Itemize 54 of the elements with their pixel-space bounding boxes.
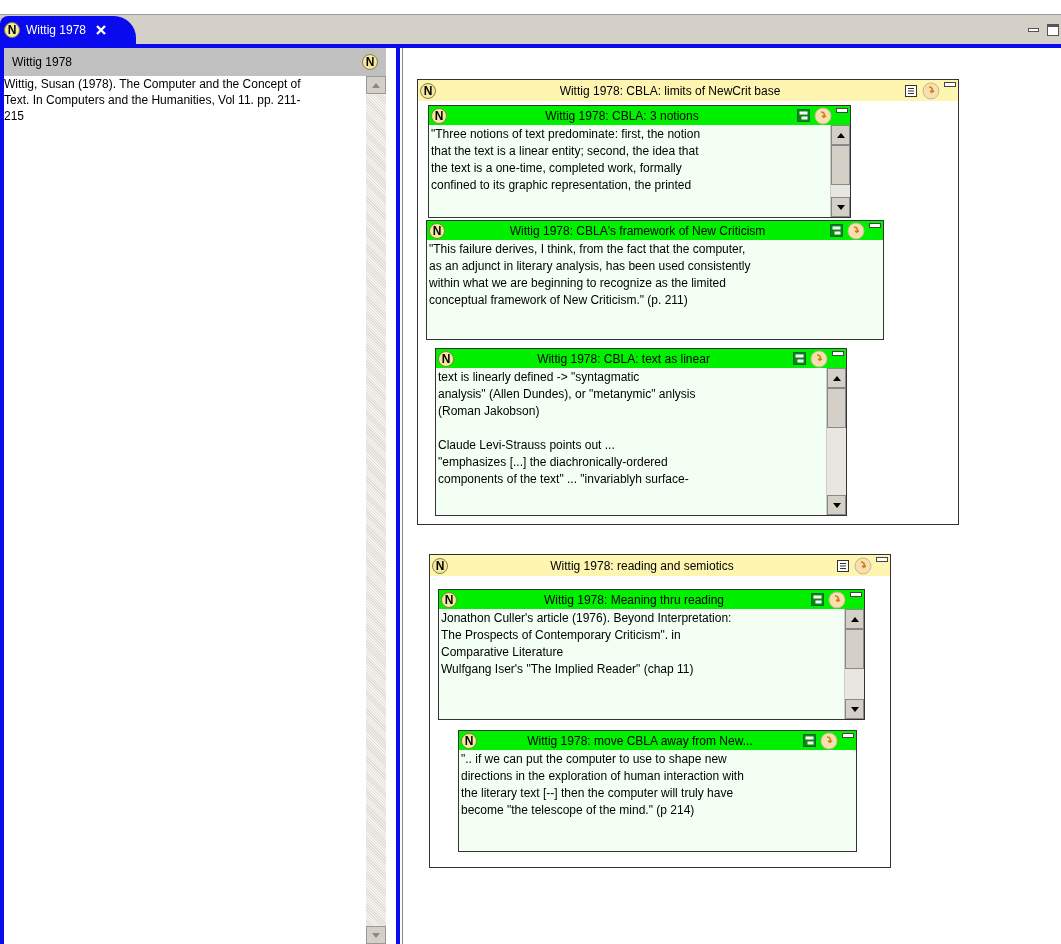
maximize-view-button[interactable] <box>1047 23 1059 36</box>
n-logo-icon: N <box>362 54 378 70</box>
scroll-thumb[interactable] <box>831 145 850 185</box>
note-text: ".. if we can put the computer to use to shape new directions in the exploration of human interaction with the literary text [--] then the computer will truly have become "the telescope of the mind." (p 214) <box>461 751 745 819</box>
panel-icon[interactable] <box>830 224 843 237</box>
list-icon[interactable] <box>836 558 850 573</box>
minimize-button[interactable] <box>869 223 881 228</box>
panel-icon[interactable] <box>803 734 816 747</box>
note-title: Wittig 1978: CBLA's framework of New Criticism <box>508 222 767 240</box>
citation-text: Wittig, Susan (1978). The Computer and the Concept of Text. In Computers and the Humanities, Vol 11. pp. 211-215 <box>4 76 302 124</box>
minimize-button[interactable] <box>944 82 956 87</box>
minimize-button[interactable] <box>850 592 862 597</box>
minimize-button[interactable] <box>842 733 854 738</box>
note-title: Wittig 1978: reading and semiotics <box>549 557 735 575</box>
minimize-button[interactable] <box>832 351 844 356</box>
note-text: text is linearly defined -> "syntagmatic analysis" (Allen Dundes), or "metanymic" anlysis (Roman Jakobson) <box>438 369 697 420</box>
n-logo-icon: N <box>461 732 477 749</box>
n-logo-icon: N <box>420 82 436 99</box>
up-arrow-icon[interactable] <box>836 132 845 138</box>
panel-title: Wittig 1978 <box>12 54 73 71</box>
list-icon[interactable] <box>904 83 918 98</box>
note-text: Claude Levi-Strauss points out ... "emphasizes [...] the diachronically-ordered components of the text" ... "invariablyh surface- <box>438 437 690 488</box>
n-logo-icon: N <box>432 557 448 574</box>
panel-icon[interactable] <box>811 593 824 606</box>
note-title: Wittig 1978: Meaning thru reading <box>542 591 726 609</box>
up-arrow-icon[interactable] <box>832 375 841 381</box>
note-text: "Three notions of text predominate: first, the notion that the text is a linear entity; second, the idea that the text is a one-time, completed work, formally confined to its graphic representation, the printed <box>431 126 702 194</box>
note-text: "This failure derives, I think, from the fact that the computer, as an adjunct in literary analysis, has been used consistently within what we are beginning to recognize as the limited conceptual framework of New Criticism." (p. 211) <box>429 241 752 309</box>
down-arrow-icon[interactable] <box>832 502 841 508</box>
n-logo-icon: N <box>438 350 454 367</box>
down-arrow-icon[interactable] <box>836 204 845 210</box>
panel-icon[interactable] <box>793 352 806 365</box>
view-tab[interactable]: N Wittig 1978 <box>0 16 137 44</box>
note-text: Jonathon Culler's article (1976). Beyond Interpretation: The Prospects of Contemporary Criticism". in Comparative Literature Wulfgang Iser's "The Implied Reader" (chap 11) <box>441 610 733 678</box>
note-title: Wittig 1978: CBLA: 3 notions <box>544 107 700 125</box>
n-logo-icon: N <box>429 222 445 239</box>
note-title: Wittig 1978: CBLA: text as linear <box>536 350 711 368</box>
n-logo-icon: N <box>431 107 447 124</box>
minimize-button[interactable] <box>836 108 848 113</box>
n-logo-icon: N <box>441 591 457 608</box>
panel-icon[interactable] <box>797 109 810 122</box>
scrollbar[interactable] <box>826 368 846 515</box>
scroll-thumb[interactable] <box>827 388 846 428</box>
scroll-thumb[interactable] <box>845 629 864 669</box>
minimize-button[interactable] <box>876 557 888 562</box>
note-title: Wittig 1978: move CBLA away from New... <box>526 732 754 750</box>
close-icon[interactable] <box>96 25 107 35</box>
minimize-view-button[interactable] <box>1028 27 1039 32</box>
down-arrow-icon[interactable] <box>850 706 859 712</box>
up-arrow-icon[interactable] <box>850 616 859 622</box>
n-logo-icon: N <box>4 22 20 38</box>
scrollbar[interactable] <box>844 609 864 719</box>
scrollbar[interactable] <box>830 125 850 217</box>
note-title: Wittig 1978: CBLA: limits of NewCrit base <box>558 82 782 100</box>
